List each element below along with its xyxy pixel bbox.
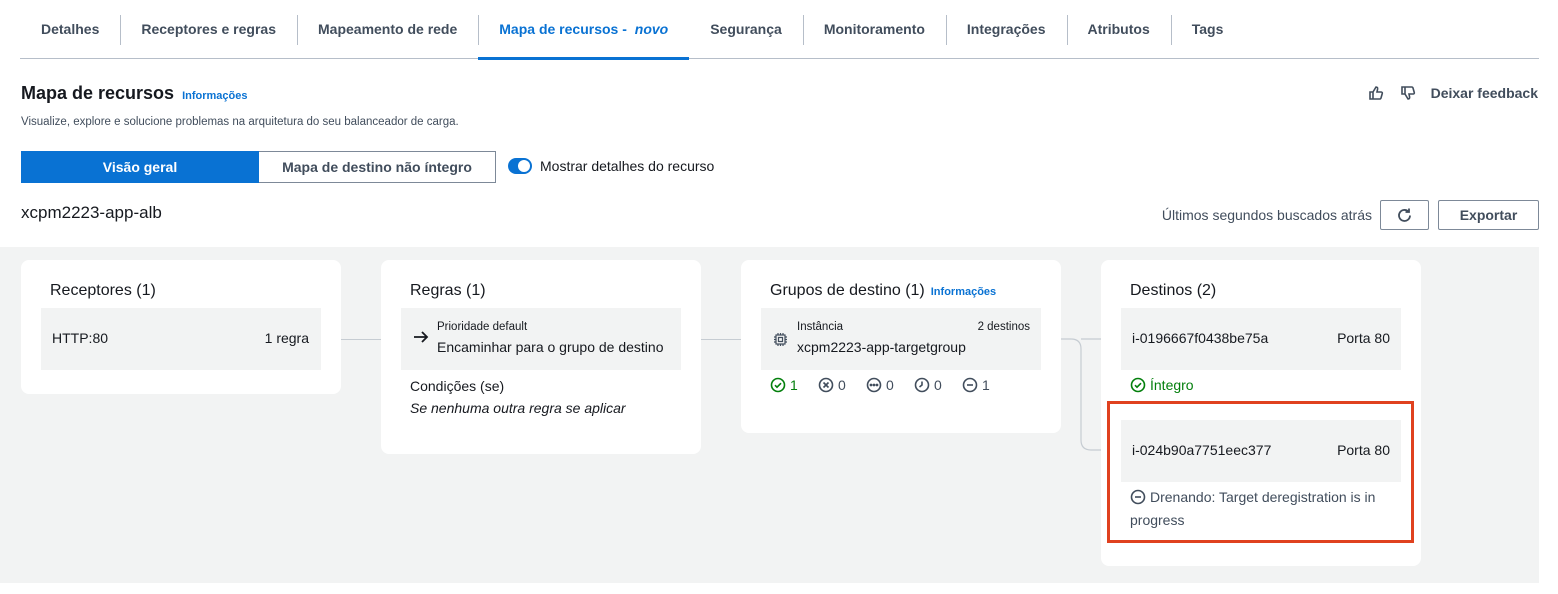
tab-tags[interactable]: Tags (1170, 0, 1245, 59)
refresh-button[interactable] (1380, 200, 1429, 230)
rules-card: Regras (1) Prioridade default Encaminhar… (381, 260, 701, 454)
stat-unhealthy: 0 (818, 377, 846, 393)
tab-label: Monitoramento (823, 21, 925, 37)
listener-rule-count: 1 regra (264, 330, 309, 346)
tab-label: Atributos (1087, 21, 1150, 37)
feedback-link[interactable]: Deixar feedback (1431, 85, 1538, 101)
target-id: i-0196667f0438be75a (1132, 330, 1269, 346)
tab-label: Mapa de recursos - (499, 21, 631, 37)
thumbs-up-icon[interactable] (1367, 84, 1385, 102)
stat-unhealthy-value: 0 (838, 377, 846, 393)
target-type: Instância (797, 321, 844, 333)
target-port: Porta 80 (1337, 330, 1390, 346)
tab-resource-map[interactable]: Mapa de recursos - novo (478, 0, 690, 60)
card-title-text: Grupos de destino (1) (770, 282, 925, 299)
check-circle-icon (770, 377, 786, 393)
target-groups-card: Grupos de destino (1) Informações Instân… (741, 260, 1061, 433)
tab-listeners-rules[interactable]: Receptores e regras (120, 0, 297, 59)
minus-circle-icon (962, 377, 978, 393)
status-text: Íntegro (1150, 377, 1194, 393)
rule-action: Encaminhar para o grupo de destino (437, 339, 664, 355)
feedback-group: Deixar feedback (1367, 84, 1538, 102)
stat-unused-value: 0 (886, 377, 894, 393)
x-circle-icon (818, 377, 834, 393)
tab-details[interactable]: Detalhes (20, 0, 120, 59)
export-button[interactable]: Exportar (1438, 200, 1539, 230)
listener-protocol: HTTP:80 (52, 330, 109, 346)
target-group-item[interactable]: Instância 2 destinos xcpm2223-app-target… (761, 308, 1041, 370)
resource-details-toggle[interactable] (508, 158, 532, 174)
rule-priority: Prioridade default (437, 321, 528, 333)
tab-network-mapping[interactable]: Mapeamento de rede (297, 0, 478, 59)
tab-new-badge: novo (634, 21, 669, 37)
card-title: Receptores (1) (50, 282, 156, 299)
stat-initial: 0 (914, 377, 942, 393)
target-count: 2 destinos (977, 321, 1030, 333)
arrow-right-icon (413, 330, 429, 349)
listener-item[interactable]: HTTP:80 1 regra (41, 308, 321, 370)
fetched-status: Últimos segundos buscados atrás (1161, 207, 1372, 223)
card-title: Destinos (2) (1130, 282, 1217, 299)
tab-label: Receptores e regras (141, 21, 276, 37)
clock-icon (914, 377, 930, 393)
tab-label: Detalhes (41, 21, 100, 37)
refresh-icon (1398, 208, 1411, 222)
stat-unused: 0 (866, 377, 894, 393)
card-title: Regras (1) (410, 282, 486, 299)
load-balancer-name: xcpm2223-app-alb (21, 203, 162, 222)
view-segmented-control: Visão geral Mapa de destino não íntegro (21, 151, 496, 183)
resource-details-toggle-group: Mostrar detalhes do recurso (508, 158, 714, 174)
stat-healthy-value: 1 (790, 377, 798, 393)
unhealthy-map-button[interactable]: Mapa de destino não íntegro (259, 151, 496, 183)
tab-label: Tags (1191, 21, 1224, 37)
tab-attributes[interactable]: Atributos (1066, 0, 1171, 59)
page-title: Mapa de recursos (21, 83, 175, 103)
page-description: Visualize, explore e solucione problemas… (21, 116, 459, 128)
tab-security[interactable]: Segurança (689, 0, 803, 59)
tab-label: Segurança (710, 21, 782, 37)
info-link[interactable]: Informações (931, 286, 996, 298)
listeners-card: Receptores (1) HTTP:80 1 regra (21, 260, 341, 394)
tab-integrations[interactable]: Integrações (945, 0, 1067, 59)
chip-icon (773, 332, 788, 352)
tab-label: Integrações (966, 21, 1046, 37)
highlight-box (1107, 401, 1414, 543)
target-status-healthy: Íntegro (1130, 377, 1194, 393)
check-circle-icon (1130, 377, 1146, 393)
tab-monitoring[interactable]: Monitoramento (802, 0, 946, 59)
overview-button[interactable]: Visão geral (21, 151, 259, 183)
thumbs-down-icon[interactable] (1399, 84, 1417, 102)
page-header: Mapa de recursos Informações (21, 83, 247, 104)
tab-bar: Detalhes Receptores e regras Mapeamento … (20, 0, 1539, 60)
conditions-label: Condições (se) (410, 378, 505, 394)
conditions-value: Se nenhuma outra regra se aplicar (410, 400, 626, 416)
toggle-label: Mostrar detalhes do recurso (540, 158, 715, 174)
stat-draining-value: 1 (982, 377, 990, 393)
ellipsis-circle-icon (866, 377, 882, 393)
stat-initial-value: 0 (934, 377, 942, 393)
stat-draining: 1 (962, 377, 990, 393)
target-group-name: xcpm2223-app-targetgroup (797, 339, 966, 355)
rule-item[interactable]: Prioridade default Encaminhar para o gru… (401, 308, 681, 370)
stat-healthy: 1 (770, 377, 798, 393)
info-link[interactable]: Informações (182, 90, 247, 102)
card-title: Grupos de destino (1) Informações (770, 282, 996, 300)
target-item[interactable]: i-0196667f0438be75a Porta 80 (1121, 308, 1401, 370)
tab-label: Mapeamento de rede (318, 21, 458, 37)
